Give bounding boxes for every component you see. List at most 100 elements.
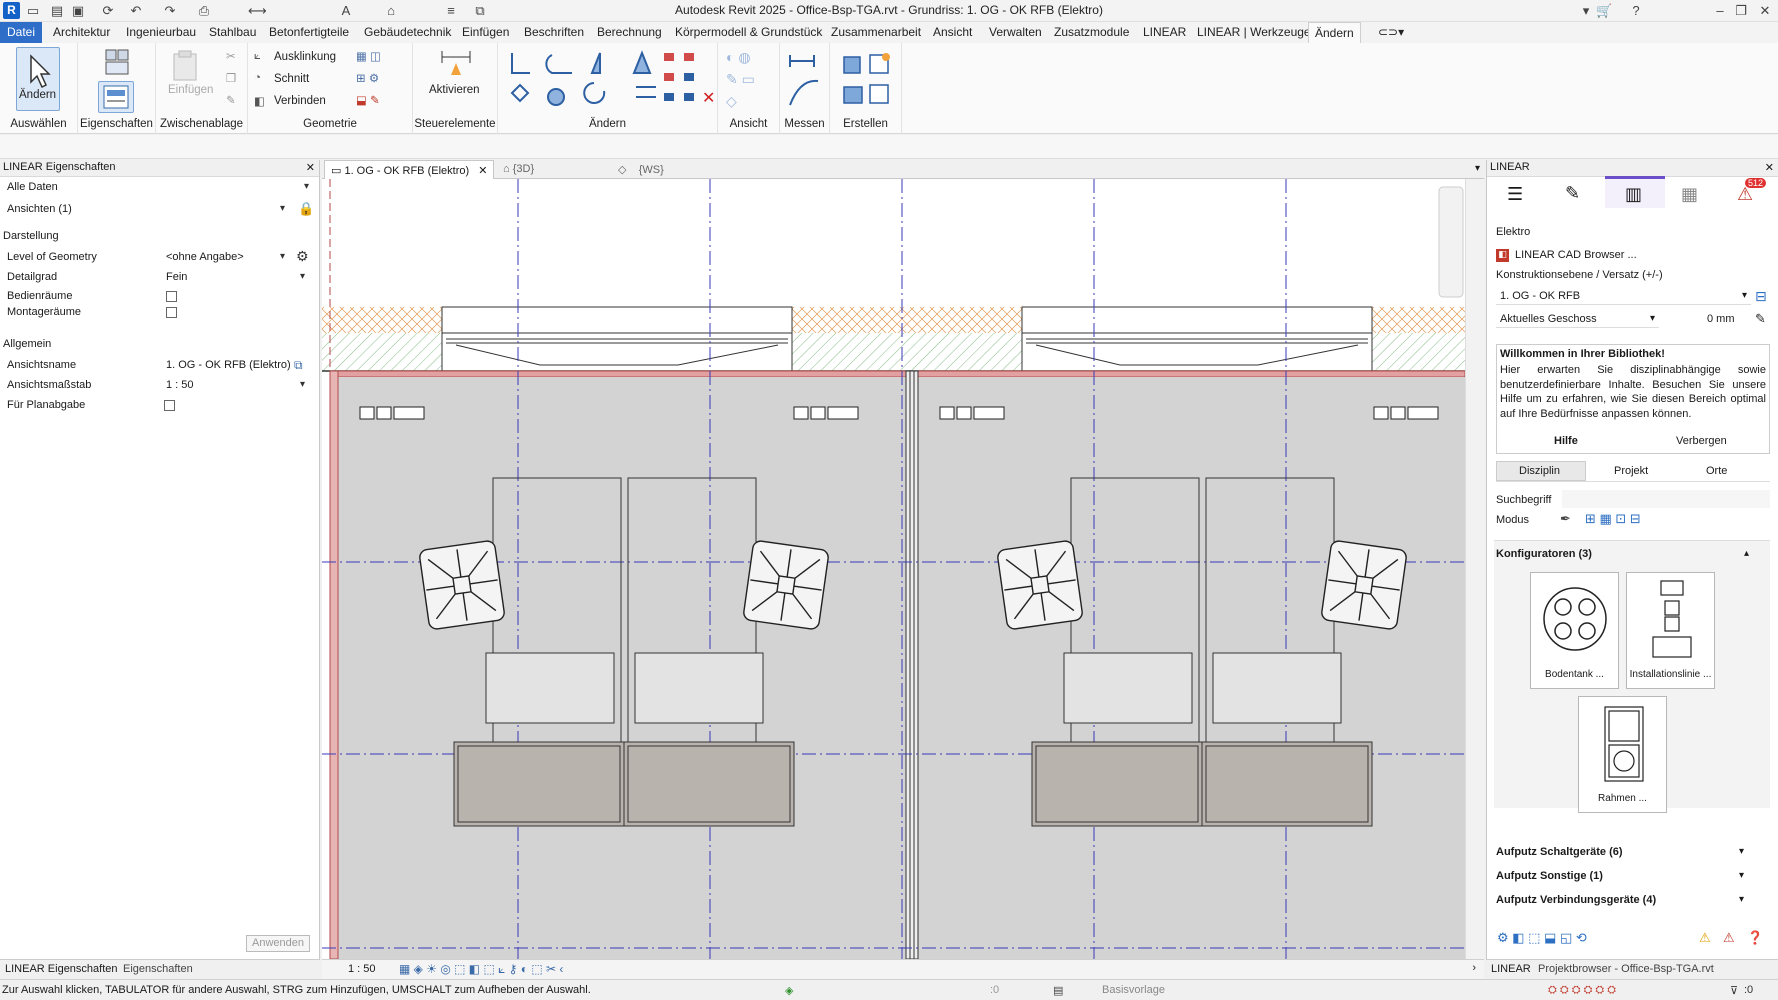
edit-icon[interactable]: ✎ [1565, 183, 1580, 204]
tab-linear[interactable]: LINEAR [1143, 25, 1186, 39]
verbinden-button[interactable]: Verbinden [274, 95, 326, 107]
dropdown-icon[interactable]: ▾ [1578, 3, 1594, 19]
worksharing-icon[interactable]: ◈ [785, 984, 793, 997]
tab-disziplin[interactable]: Disziplin [1496, 461, 1586, 481]
card-bodentank[interactable]: Bodentank ... [1530, 572, 1619, 689]
view-tools-icon[interactable]: ◐ ◍ [726, 49, 751, 66]
tab-projektbrowser[interactable]: Projektbrowser - Office-Bsp-TGA.rvt [1538, 963, 1714, 975]
maximize-icon[interactable]: ❐ [1733, 3, 1749, 19]
section-darstellung[interactable]: Darstellung [3, 230, 59, 242]
prop-ansichtsname[interactable]: Ansichtsname 1. OG - OK RFB (Elektro) ⧉ [0, 356, 318, 376]
design-option-dropdown[interactable]: Basisvorlage [1102, 984, 1165, 996]
tab-eigenschaften[interactable]: Eigenschaften [123, 963, 193, 975]
close-panel-icon[interactable]: ✕ [306, 161, 315, 174]
tab-zusatzmodule[interactable]: Zusatzmodule [1054, 25, 1129, 39]
close-tab-icon[interactable]: ✕ [478, 165, 487, 177]
geom-tool-3-icon[interactable]: ⬓ ✎ [356, 93, 380, 107]
tab-koerpermodell[interactable]: Körpermodell & Grundstück [675, 25, 822, 39]
scroll-right-icon[interactable]: › [1472, 962, 1476, 974]
chevron-down-icon[interactable]: ▾ [1739, 894, 1744, 905]
aendern-button[interactable]: Ändern [16, 47, 60, 111]
tab-beschriften[interactable]: Beschriften [524, 25, 584, 39]
panel-toggle-icon[interactable]: ⊂⊃▾ [1378, 25, 1404, 39]
offset-input[interactable]: 0 mm [1707, 313, 1735, 325]
eigenschaften-button[interactable] [98, 81, 134, 113]
level-db-icon[interactable]: ⊟ [1755, 288, 1767, 305]
tab-ansicht[interactable]: Ansicht [933, 25, 972, 39]
tab-datei[interactable]: Datei [0, 22, 43, 43]
tab-betonfertigteile[interactable]: Betonfertigteile [269, 25, 349, 39]
tab-linear-werkzeuge[interactable]: LINEAR | Werkzeuge [1197, 25, 1311, 39]
tab-zusammenarbeit[interactable]: Zusammenarbeit [831, 25, 921, 39]
copy-icon[interactable]: ❐ [226, 71, 236, 85]
montageraeume-checkbox[interactable] [166, 307, 177, 318]
tab-einfuegen[interactable]: Einfügen [462, 25, 509, 39]
cart-icon[interactable]: 🛒 [1596, 3, 1612, 19]
activate-icon[interactable] [438, 49, 474, 81]
drawing-scrollbar[interactable] [1465, 179, 1484, 959]
edit-name-icon[interactable]: ⧉ [294, 358, 303, 373]
pick-offset-icon[interactable]: ✎ [1755, 311, 1766, 327]
views-selector[interactable]: Ansichten (1) ▾ 🔒 [0, 200, 318, 220]
filter-icon[interactable]: ⊽ [1730, 984, 1738, 997]
pipette-icon[interactable]: ✒ [1560, 511, 1571, 527]
match-icon[interactable]: ✎ [226, 93, 236, 107]
measure-tools-icon[interactable] [786, 49, 826, 109]
bedienraeume-checkbox[interactable] [166, 291, 177, 302]
help-icon[interactable]: ? [1628, 3, 1644, 19]
paste-icon[interactable] [170, 49, 200, 83]
lock-icon[interactable]: 🔒 [298, 201, 314, 217]
prop-detailgrad[interactable]: Detailgrad Fein ▾ [0, 268, 318, 288]
geom-tool-1-icon[interactable]: ▦ ◫ [356, 49, 381, 63]
template-icon[interactable]: ▤ [1053, 984, 1063, 997]
view-control-icons[interactable]: ▦ ◈ ☀ ◎ ⬚ ◧ ⬚ ⟀ ⚷ ◐ ⬚ ✂ ‹ [399, 962, 563, 977]
chevron-down-icon[interactable]: ▾ [1739, 846, 1744, 857]
tab-architektur[interactable]: Architektur [53, 25, 110, 39]
level-dropdown[interactable]: 1. OG - OK RFB ▾ [1496, 287, 1751, 305]
card-installationslinie[interactable]: Installationslinie ... [1626, 572, 1715, 689]
tool-icons[interactable]: ⚙ ◧ ⬚ ⬓ ◱ ⟲ [1497, 930, 1587, 946]
floor-dropdown[interactable]: Aktuelles Geschoss ▾ [1496, 310, 1659, 328]
library-tab[interactable]: ▥ [1605, 176, 1665, 208]
tab-berechnung[interactable]: Berechnung [597, 25, 662, 39]
selection-filter-icons[interactable]: ⛭ ⛭ ⛭ ⛭ ⛭ ⛭ [1548, 984, 1616, 997]
tabs-dropdown-icon[interactable]: ▾ [1475, 163, 1480, 174]
close-panel-icon[interactable]: ✕ [1765, 161, 1774, 174]
tab-aendern[interactable]: Ändern [1308, 22, 1361, 44]
auswaehlen-label[interactable]: Auswählen [0, 118, 77, 130]
tab-projekt[interactable]: Projekt [1614, 465, 1648, 477]
error-icon[interactable]: ⚠ [1723, 930, 1735, 946]
aktivieren-button[interactable]: Aktivieren [429, 84, 480, 96]
category-sonstige[interactable]: Aufputz Sonstige (1) [1496, 870, 1603, 882]
hide-icon[interactable]: ◇ [726, 93, 737, 110]
gear-icon[interactable]: ⚙ [296, 248, 309, 265]
prop-level-of-geometry[interactable]: Level of Geometry <ohne Angabe> ▾ ⚙ [0, 248, 318, 268]
filter-dropdown[interactable]: Alle Daten ▾ [0, 178, 318, 198]
chevron-down-icon[interactable]: ▾ [1739, 870, 1744, 881]
help-circle-icon[interactable]: ❓ [1747, 930, 1763, 946]
cut-icon[interactable]: ✂ [226, 49, 236, 63]
geom-tool-2-icon[interactable]: ⊞ ⚙ [356, 71, 379, 85]
tab-orte[interactable]: Orte [1706, 465, 1727, 477]
tab-linear-eigenschaften[interactable]: LINEAR Eigenschaften [5, 963, 118, 975]
prop-ansichtsmassstab[interactable]: Ansichtsmaßstab 1 : 50 ▾ [0, 376, 318, 396]
tab-ingenieurbau[interactable]: Ingenieurbau [126, 25, 196, 39]
type-properties-icon[interactable] [102, 47, 132, 77]
tab-linear-panel[interactable]: LINEAR [1491, 963, 1531, 975]
collapse-icon[interactable]: ▴ [1744, 548, 1749, 559]
tab-view-ws[interactable]: ◇ {WS} [612, 160, 670, 179]
configurators-header[interactable]: Konfiguratoren (3) [1496, 548, 1592, 560]
schnitt-button[interactable]: Schnitt [274, 73, 309, 85]
warning-small-icon[interactable]: ⚠ [1699, 930, 1711, 946]
tab-stahlbau[interactable]: Stahlbau [209, 25, 256, 39]
category-schaltgeraete[interactable]: Aufputz Schaltgeräte (6) [1496, 846, 1623, 858]
category-verbindungsgeraete[interactable]: Aufputz Verbindungsgeräte (4) [1496, 894, 1656, 906]
help-button[interactable]: Hilfe [1554, 435, 1578, 447]
card-rahmen[interactable]: Rahmen ... [1578, 696, 1667, 813]
search-input[interactable] [1562, 490, 1770, 508]
tab-gebaeudetechnik[interactable]: Gebäudetechnik [364, 25, 451, 39]
tab-view-elektro[interactable]: ▭ 1. OG - OK RFB (Elektro) ✕ [324, 160, 495, 179]
override-icon[interactable]: ✎ ▭ [726, 71, 755, 88]
drawing-canvas[interactable] [322, 179, 1465, 959]
create-tools-icon[interactable] [840, 49, 896, 109]
